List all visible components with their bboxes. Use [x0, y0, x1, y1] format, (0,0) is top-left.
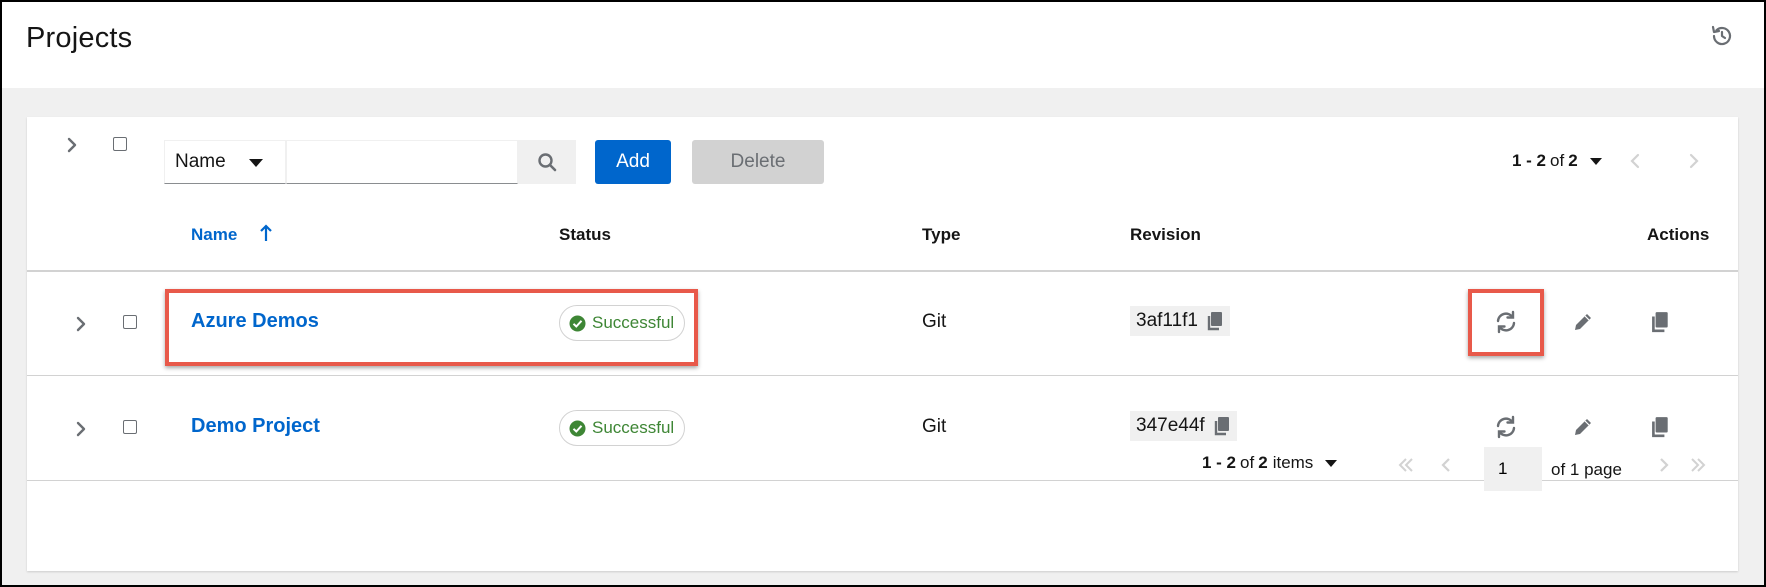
- chevron-right-icon: [76, 421, 86, 437]
- project-name-link[interactable]: Demo Project: [191, 415, 320, 438]
- top-pagination-of: of: [1550, 151, 1565, 170]
- projects-list-card: Name Add Delete 1 - 2 of 2 Name Status T…: [27, 117, 1738, 571]
- search-icon: [538, 153, 557, 172]
- caret-down-icon: [1589, 157, 1602, 165]
- column-header-name[interactable]: Name: [191, 225, 237, 245]
- status-badge: Successful: [559, 305, 686, 341]
- project-type: Git: [922, 311, 947, 332]
- chevron-right-icon: [76, 316, 86, 332]
- column-header-revision: Revision: [1130, 225, 1201, 244]
- delete-button[interactable]: Delete: [692, 140, 824, 184]
- status-badge: Successful: [559, 410, 686, 446]
- top-pagination-range: 1 - 2: [1512, 151, 1547, 170]
- table-row: Azure Demos Successful Git 3af11f1: [27, 272, 1738, 376]
- bottom-pagination-of: of: [1240, 453, 1255, 472]
- row-expand-toggle[interactable]: [71, 419, 91, 439]
- edit-project-button[interactable]: [1570, 414, 1596, 440]
- row-divider: [27, 480, 1738, 481]
- select-all-checkbox[interactable]: [113, 137, 127, 151]
- status-text: Successful: [592, 418, 675, 437]
- search-input[interactable]: [286, 140, 518, 184]
- column-header-actions: Actions: [1647, 225, 1710, 244]
- top-pagination-toggle[interactable]: 1 - 2 of 2: [1512, 151, 1602, 171]
- revision-hash: 3af11f1: [1136, 310, 1198, 331]
- top-pagination-total: 2: [1568, 151, 1578, 170]
- copy-icon: [1652, 417, 1668, 438]
- filter-field-select[interactable]: Name: [164, 140, 286, 184]
- copy-icon: [1652, 312, 1668, 333]
- column-header-type: Type: [922, 225, 961, 244]
- row-checkbox[interactable]: [123, 315, 137, 329]
- pencil-icon: [1575, 314, 1591, 330]
- add-button[interactable]: Add: [595, 140, 671, 184]
- sort-ascending-icon[interactable]: [259, 223, 273, 243]
- last-page-icon[interactable]: [1689, 456, 1707, 474]
- bottom-pagination-items: items: [1272, 453, 1314, 472]
- check-circle-icon: [569, 315, 586, 331]
- bottom-pagination-range: 1 - 2: [1202, 453, 1237, 472]
- bottom-pagination-total: 2: [1258, 453, 1268, 472]
- filter-field-value: Name: [175, 151, 226, 172]
- revision-badge: 347e44f: [1130, 411, 1237, 441]
- first-page-icon[interactable]: [1397, 456, 1415, 474]
- sync-project-button[interactable]: [1493, 309, 1519, 335]
- next-page-icon[interactable]: [1654, 456, 1672, 474]
- copy-project-button[interactable]: [1647, 309, 1673, 335]
- copy-icon[interactable]: [1206, 311, 1224, 331]
- sync-project-button[interactable]: [1493, 414, 1519, 440]
- project-type: Git: [922, 416, 947, 437]
- copy-icon[interactable]: [1213, 416, 1231, 436]
- previous-page-icon[interactable]: [1438, 456, 1456, 474]
- copy-project-button[interactable]: [1647, 414, 1673, 440]
- bottom-pagination-toggle[interactable]: 1 - 2 of 2 items: [1202, 453, 1338, 473]
- expand-all-toggle[interactable]: [62, 135, 82, 155]
- history-icon[interactable]: [1710, 24, 1734, 48]
- sync-icon: [1496, 310, 1516, 334]
- edit-project-button[interactable]: [1570, 309, 1596, 335]
- caret-down-icon: [1325, 459, 1338, 467]
- current-page-input[interactable]: [1484, 447, 1542, 491]
- revision-badge: 3af11f1: [1130, 306, 1230, 336]
- revision-hash: 347e44f: [1136, 415, 1205, 436]
- page-header: Projects: [2, 2, 1764, 88]
- app-window: Projects Name Add Delete 1 - 2 of 2 Name…: [0, 0, 1766, 587]
- sync-icon: [1496, 415, 1516, 439]
- page-title: Projects: [26, 22, 133, 54]
- previous-page-icon[interactable]: [1627, 152, 1645, 170]
- next-page-icon[interactable]: [1684, 152, 1702, 170]
- search-button[interactable]: [518, 140, 576, 184]
- row-checkbox[interactable]: [123, 420, 137, 434]
- project-name-link[interactable]: Azure Demos: [191, 310, 319, 333]
- status-text: Successful: [592, 313, 675, 332]
- chevron-right-icon: [67, 137, 77, 153]
- row-expand-toggle[interactable]: [71, 314, 91, 334]
- table-row: Demo Project Successful Git 347e44f: [27, 376, 1738, 481]
- column-header-status: Status: [559, 225, 611, 244]
- pencil-icon: [1575, 419, 1591, 435]
- check-circle-icon: [569, 420, 586, 436]
- total-pages-label: of 1 page: [1551, 460, 1622, 479]
- caret-down-icon: [249, 159, 263, 167]
